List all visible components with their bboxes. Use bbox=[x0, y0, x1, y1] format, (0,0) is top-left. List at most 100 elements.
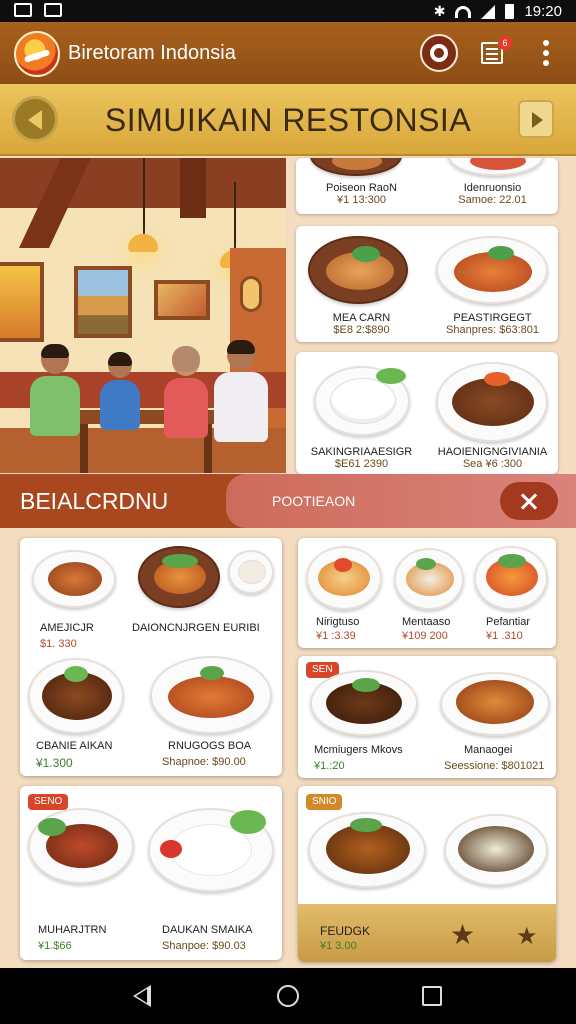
record-button[interactable] bbox=[420, 34, 458, 72]
signal-icon bbox=[481, 4, 496, 19]
dish-name: RNUGOGS BOA bbox=[168, 740, 252, 752]
dish-name: Poiseon RaoN bbox=[326, 182, 397, 194]
dish-price: ¥109 200 bbox=[402, 630, 448, 642]
image-notification-icon bbox=[14, 3, 32, 17]
next-button[interactable] bbox=[518, 100, 554, 138]
dish-name: Nirigtuso bbox=[316, 616, 360, 628]
dish-price: ¥1 13:300 bbox=[337, 194, 386, 206]
orders-button[interactable]: 6 bbox=[478, 36, 512, 68]
app-logo-icon bbox=[14, 31, 60, 77]
more-options-button[interactable] bbox=[538, 40, 554, 68]
rating-star-icon[interactable]: ★ bbox=[516, 922, 538, 951]
dish-price: ¥1.:20 bbox=[314, 760, 345, 772]
dish-image bbox=[306, 546, 382, 610]
dish-image bbox=[394, 548, 464, 610]
dish-price: Shanpoe: $90.03 bbox=[162, 940, 246, 952]
dish-name: PEASTIRGEGT bbox=[453, 312, 532, 324]
dish-name: AMEJICJR bbox=[40, 622, 94, 634]
dish-image bbox=[228, 550, 274, 594]
dish-price: ¥1.300 bbox=[36, 756, 73, 770]
dish-image bbox=[308, 812, 426, 888]
battery-icon bbox=[505, 4, 515, 19]
app-title: Biretoram Indonsia bbox=[68, 42, 236, 64]
dish-name: Idenruonsio bbox=[463, 182, 522, 194]
dish-name: MUHARJTRN bbox=[38, 924, 107, 936]
menu-card[interactable]: SNIO FEUDGK ¥1 3.00 ★ ★ bbox=[298, 786, 556, 962]
wifi-icon bbox=[455, 5, 472, 18]
dish-image bbox=[440, 672, 550, 736]
dish-price: ¥1 3.00 bbox=[320, 940, 357, 952]
dish-tag: SNIO bbox=[306, 794, 343, 810]
dish-price: ¥1 :3.39 bbox=[316, 630, 356, 642]
lamp-icon bbox=[128, 234, 158, 252]
system-nav-bar bbox=[0, 968, 576, 1024]
wall-painting bbox=[0, 262, 44, 342]
wall-painting bbox=[74, 266, 132, 338]
banner-title: SIMUIKAIN RESTONSIA bbox=[104, 102, 472, 138]
status-bar: ✱ 19:20 bbox=[0, 0, 576, 22]
dish-price: Seessione: $801021 bbox=[444, 760, 545, 772]
dish-price: $E61 2390 bbox=[334, 458, 389, 470]
dish-image bbox=[310, 158, 402, 176]
dish-image bbox=[28, 658, 124, 734]
dish-name: Pefantiar bbox=[486, 616, 531, 628]
back-button[interactable] bbox=[133, 985, 151, 1007]
dish-image bbox=[436, 236, 548, 304]
menu-card[interactable]: Nirigtuso ¥1 :3.39 Mentaaso ¥109 200 Pef… bbox=[298, 538, 556, 648]
dish-image bbox=[448, 158, 544, 176]
diner-figure bbox=[214, 340, 268, 442]
restaurant-illustration bbox=[0, 158, 286, 473]
dish-name: Mcmiugers Mkovs bbox=[314, 744, 403, 756]
dish-name: DAIONCNJRGEN EURIBI bbox=[132, 622, 260, 634]
diner-figure bbox=[164, 346, 208, 438]
dish-image bbox=[314, 366, 410, 436]
dish-image bbox=[148, 808, 274, 892]
menu-card[interactable]: SENO MUHARJTRN ¥1.$66 DAUKAN SMAIKA Shan… bbox=[20, 786, 282, 960]
dish-name: FEUDGK bbox=[320, 924, 371, 938]
home-button[interactable] bbox=[277, 985, 299, 1007]
dish-price: $E8 2:$890 bbox=[333, 324, 390, 336]
menu-card[interactable]: AMEJICJR $1. 330 DAIONCNJRGEN EURIBI CBA… bbox=[20, 538, 282, 776]
dish-image bbox=[310, 670, 418, 736]
dish-image bbox=[28, 808, 134, 884]
close-button[interactable] bbox=[500, 482, 558, 520]
category-bar: BEIALCRDNU POOTIEAON bbox=[0, 474, 576, 528]
dish-name: SAKINGRIAAESIGR bbox=[310, 446, 413, 458]
favorite-star-icon[interactable]: ★ bbox=[450, 918, 475, 951]
diner-figure bbox=[30, 344, 80, 436]
dish-card[interactable]: SAKINGRIAAESIGR $E61 2390 HAOIENIGNGIVIA… bbox=[296, 352, 558, 474]
clock: 19:20 bbox=[524, 3, 562, 20]
dish-tag: SENO bbox=[28, 794, 69, 810]
dish-price: Sea ¥6 :300 bbox=[462, 458, 523, 470]
bluetooth-icon: ✱ bbox=[433, 3, 446, 19]
diner-figure bbox=[100, 352, 140, 430]
category-label: BEIALCRDNU bbox=[20, 488, 169, 514]
dish-image bbox=[32, 550, 116, 608]
dish-name: CBANIE AIKAN bbox=[36, 740, 113, 752]
position-label: POOTIEAON bbox=[272, 493, 356, 509]
dish-name: Manaogei bbox=[464, 744, 513, 756]
dish-name: MEA CARN bbox=[332, 312, 391, 324]
dish-price: Samoe: 22.01 bbox=[458, 194, 527, 206]
wall-painting bbox=[154, 280, 210, 320]
menu-card[interactable]: SEN Mcmiugers Mkovs ¥1.:20 Manaogei Sees… bbox=[298, 656, 556, 778]
dish-image bbox=[436, 362, 548, 442]
wall-mirror bbox=[240, 276, 262, 312]
dish-name: HAOIENIGNGIVIANIA bbox=[437, 446, 548, 458]
dish-card[interactable]: MEA CARN $E8 2:$890 PEASTIRGEGT Shanpres… bbox=[296, 226, 558, 342]
dish-image bbox=[150, 656, 272, 734]
dish-price: Shapnoe: $90.00 bbox=[162, 756, 246, 768]
dish-name: DAUKAN SMAIKA bbox=[162, 924, 253, 936]
app-bar: Biretoram Indonsia 6 bbox=[0, 22, 576, 84]
photo-notification-icon bbox=[44, 3, 62, 17]
dish-image bbox=[138, 546, 220, 608]
dish-card[interactable]: Poiseon RaoN ¥1 13:300 Idenruonsio Samoe… bbox=[296, 158, 558, 214]
previous-button[interactable] bbox=[12, 96, 58, 142]
orders-badge: 6 bbox=[498, 36, 512, 50]
dish-name: Mentaaso bbox=[402, 616, 451, 628]
dish-price: Shanpres: $63:801 bbox=[446, 324, 539, 336]
dish-price: $1. 330 bbox=[40, 638, 77, 650]
dish-price: ¥1.$66 bbox=[38, 940, 72, 952]
dish-image bbox=[444, 814, 548, 886]
recent-apps-button[interactable] bbox=[422, 986, 442, 1006]
